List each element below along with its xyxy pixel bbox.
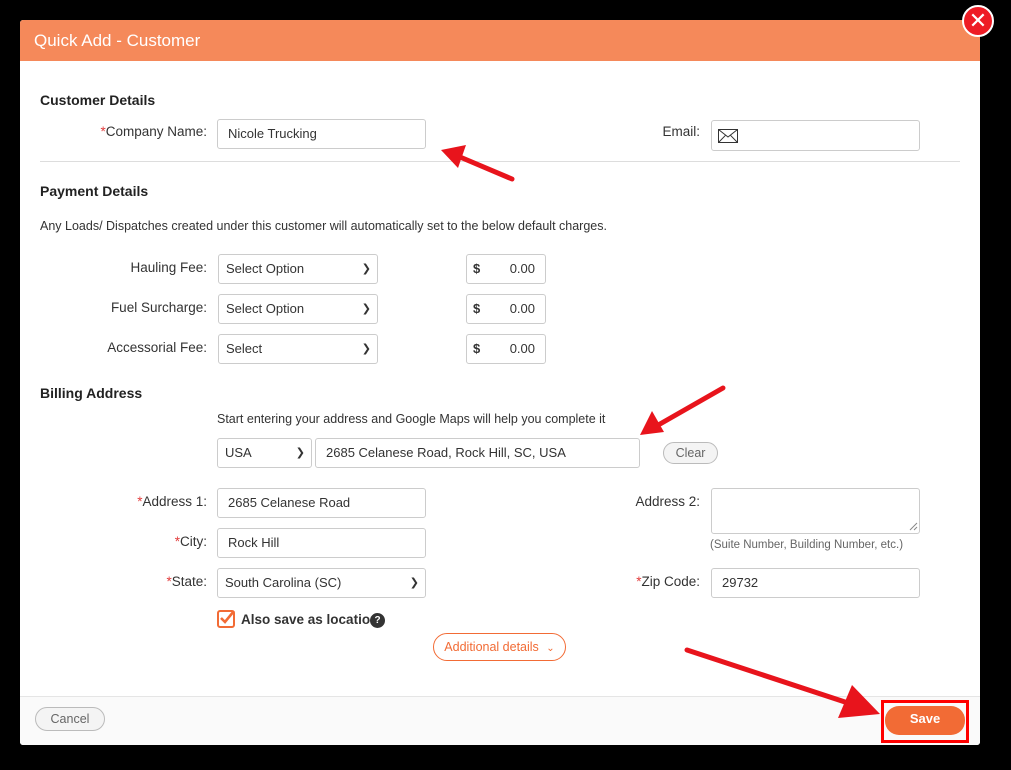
arrow-to-save xyxy=(684,647,880,718)
annotation-arrows xyxy=(441,145,880,718)
arrow-to-address-search xyxy=(640,385,726,435)
arrow-to-company-name xyxy=(441,145,515,182)
